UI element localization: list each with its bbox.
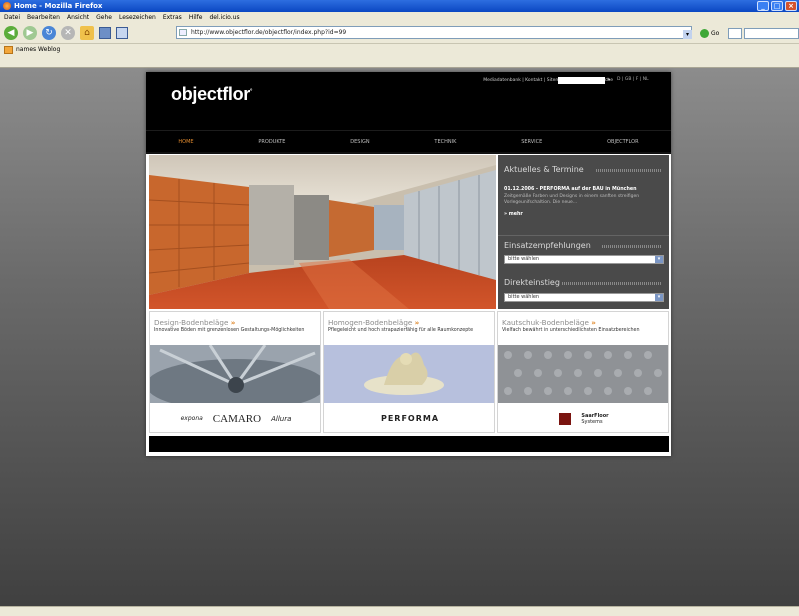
recommend-select-value: bitte wählen (508, 256, 540, 262)
menu-file[interactable]: Datei (4, 14, 20, 21)
go-icon (700, 29, 709, 38)
back-icon[interactable]: ◀ (4, 25, 18, 40)
logo-mark: ° (250, 89, 253, 95)
status-bar (0, 606, 799, 616)
product-tiles: Design-Bodenbeläge » Innovative Böden mi… (149, 311, 669, 433)
go-label: Go (711, 30, 720, 37)
brand-camaro: CAMARO (212, 412, 262, 425)
menu-delicious[interactable]: del.icio.us (209, 14, 239, 21)
browser-search-input[interactable] (744, 28, 799, 39)
site-search-button[interactable]: » (607, 77, 610, 83)
direct-rule (562, 282, 662, 285)
site-footer (149, 436, 669, 452)
url-bar[interactable]: http://www.objectflor.de/objectflor/inde… (176, 26, 692, 39)
home-icon[interactable]: ⌂ (80, 25, 94, 40)
sidebar: Aktuelles & Termine 01.12.2006 - PERFORM… (498, 155, 669, 309)
language-links[interactable]: D | GB | F | NL (617, 77, 649, 82)
minimize-icon[interactable]: _ (757, 1, 769, 11)
page-icon (179, 29, 187, 36)
url-text: http://www.objectflor.de/objectflor/inde… (191, 29, 347, 36)
product-desc: Vielfach bewährt in unterschiedlichsten … (502, 328, 640, 333)
brand-performa: PERFORMA (380, 414, 440, 423)
firefox-icon (3, 2, 11, 10)
url-dropdown-icon[interactable]: ▾ (683, 30, 692, 39)
direct-title: Direkteinstieg (504, 278, 560, 287)
sidebar-divider (498, 235, 669, 236)
news-headline[interactable]: 01.12.2006 - PERFORMA auf der BAU in Mün… (504, 187, 637, 192)
product-tile-design[interactable]: Design-Bodenbeläge » Innovative Böden mi… (149, 311, 321, 433)
website-container: objectflor° Mediadatenbank | Kontakt | S… (146, 72, 671, 456)
site-search-input[interactable] (558, 77, 605, 84)
product-tile-homogen[interactable]: Homogen-Bodenbeläge » Pflegeleicht und h… (323, 311, 495, 433)
delicious-icon[interactable] (99, 26, 111, 39)
hero-image (149, 155, 496, 309)
product-desc: Pflegeleicht und hoch strapazierfähig fü… (328, 328, 474, 333)
chevron-down-icon: ▾ (655, 256, 663, 263)
logo-text: objectflor (171, 84, 251, 104)
product-title: Kautschuk-Bodenbeläge » (502, 318, 596, 327)
site-logo[interactable]: objectflor° (171, 84, 252, 105)
news-text: Zeitgemäße Farben und Designs in einem s… (504, 194, 640, 205)
recommend-rule (602, 245, 662, 248)
brand-logos: SaarFloor Systems (498, 404, 668, 432)
window-titlebar: Home - Mozilla Firefox _ □ × (0, 0, 799, 12)
news-more-link[interactable]: » mehr (504, 212, 523, 217)
brand-expona: expona (180, 415, 203, 422)
menu-help[interactable]: Hilfe (189, 14, 203, 21)
product-image (150, 344, 320, 411)
menu-bookmarks[interactable]: Lesezeichen (119, 14, 156, 21)
nav-design[interactable]: DESIGN (350, 139, 369, 145)
nav-divider (146, 152, 671, 154)
maximize-icon[interactable]: □ (771, 1, 783, 11)
brand-logos: PERFORMA (324, 404, 494, 432)
product-title: Homogen-Bodenbeläge » (328, 318, 420, 327)
brand-allura: Allura (271, 414, 292, 423)
saarfloor-logo-icon (559, 412, 572, 425)
bookmark-item[interactable]: names Weblog (16, 46, 60, 53)
product-tile-kautschuk[interactable]: Kautschuk-Bodenbeläge » Vielfach bewährt… (497, 311, 669, 433)
nav-objectflor[interactable]: OBJECTFLOR (607, 139, 638, 145)
menu-edit[interactable]: Bearbeiten (27, 14, 60, 21)
bookmarks-toolbar: names Weblog (0, 44, 799, 68)
site-nav: HOME PRODUKTE DESIGN TECHNIK SERVICE OBJ… (146, 130, 671, 152)
brand-logos: expona CAMARO Allura (150, 404, 320, 432)
nav-home[interactable]: HOME (178, 139, 193, 145)
product-image (498, 345, 668, 403)
recommend-select[interactable]: bitte wählen ▾ (504, 255, 664, 264)
nav-technik[interactable]: TECHNIK (434, 139, 456, 145)
nav-produkte[interactable]: PRODUKTE (258, 139, 285, 145)
menu-tools[interactable]: Extras (163, 14, 182, 21)
nav-service[interactable]: SERVICE (521, 139, 542, 145)
stop-icon[interactable]: ✕ (61, 25, 75, 40)
menu-view[interactable]: Ansicht (67, 14, 89, 21)
search-engine-icon[interactable] (728, 28, 742, 39)
product-title: Design-Bodenbeläge » (154, 318, 236, 327)
product-image (324, 345, 494, 403)
rss-icon (4, 46, 13, 54)
tag-icon[interactable] (116, 26, 128, 39)
recommend-title: Einsatzempfehlungen (504, 241, 591, 250)
site-header: objectflor° Mediadatenbank | Kontakt | S… (146, 72, 671, 130)
product-desc: Innovative Böden mit grenzenlosen Gestal… (154, 328, 305, 333)
reload-icon[interactable]: ↻ (42, 25, 56, 40)
go-button[interactable]: Go (700, 29, 719, 38)
navigation-toolbar: ◀ ▶ ↻ ✕ ⌂ http://www.objectflor.de/objec… (0, 22, 799, 44)
direct-select[interactable]: bitte wählen ▾ (504, 293, 664, 302)
window-title: Home - Mozilla Firefox (14, 2, 103, 10)
direct-select-value: bitte wählen (508, 294, 540, 300)
forward-icon[interactable]: ▶ (23, 25, 37, 40)
close-icon[interactable]: × (785, 1, 797, 11)
news-title: Aktuelles & Termine (504, 165, 584, 174)
window-controls: _ □ × (757, 1, 797, 11)
menu-bar: Datei Bearbeiten Ansicht Gehe Lesezeiche… (0, 12, 799, 22)
chevron-down-icon: ▾ (655, 294, 663, 301)
brand-saarfloor: SaarFloor Systems (581, 412, 609, 425)
news-rule (596, 169, 662, 172)
menu-go[interactable]: Gehe (96, 14, 112, 21)
